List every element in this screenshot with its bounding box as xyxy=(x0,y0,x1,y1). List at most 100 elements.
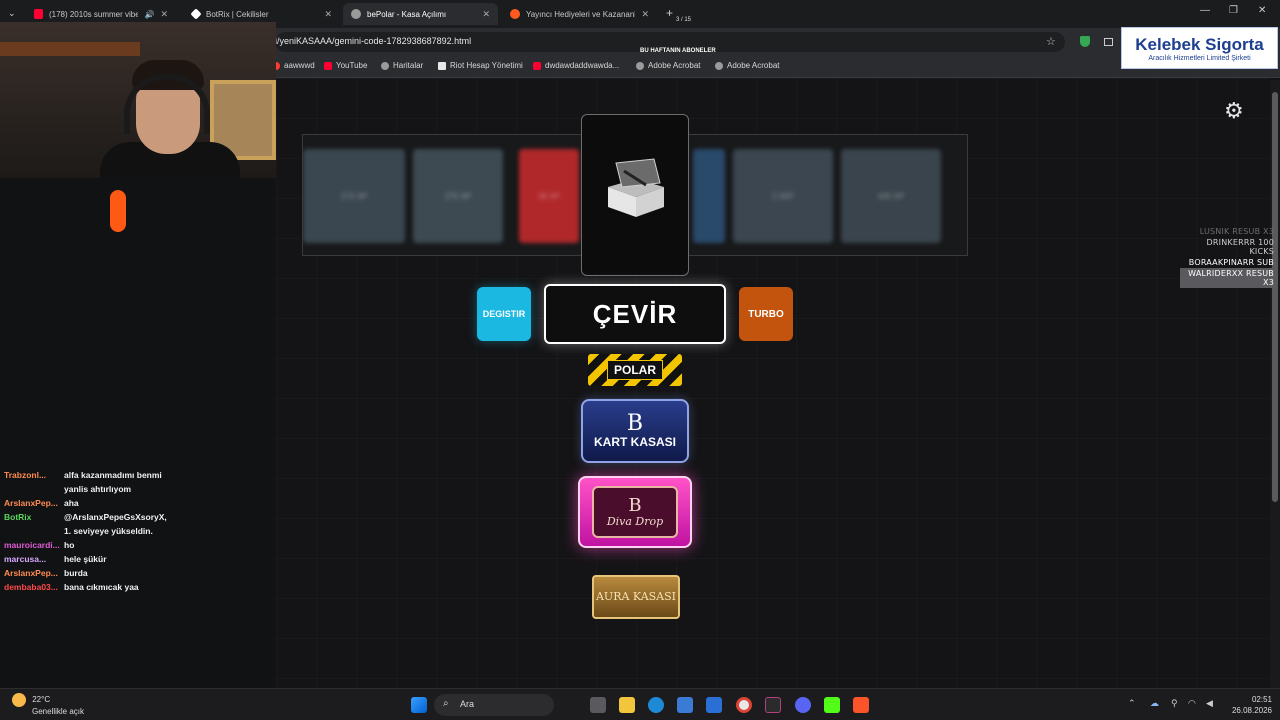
tab-yayinci[interactable]: Yayıncı Hediyeleri ve Kazananla ✕ xyxy=(502,3,657,25)
restore-button[interactable]: ❐ xyxy=(1229,5,1238,16)
spinner-card xyxy=(693,149,725,243)
app-icon[interactable] xyxy=(765,697,781,713)
turbo-button[interactable]: TURBO xyxy=(739,287,793,341)
chat-text: ho xyxy=(64,540,75,550)
star-icon[interactable]: ☆ xyxy=(1046,35,1056,48)
weather-widget[interactable]: 22°C Genellikle açık xyxy=(12,693,84,717)
speaker-icon[interactable]: ◀ xyxy=(1206,698,1213,709)
bookmark-label: Adobe Acrobat xyxy=(727,61,780,70)
youtube-icon xyxy=(34,9,43,19)
bookmark-item[interactable]: Riot Hesap Yönetimi xyxy=(438,61,523,70)
aura-kasasi-button[interactable]: AURA KASASI xyxy=(592,575,680,619)
chat-user: Trabzonl... xyxy=(4,470,47,480)
diva-drop-button[interactable]: B Diva Drop xyxy=(578,476,692,548)
chat-text: alfa kazanmadımı benmi yanlis ahtırlıyom xyxy=(64,470,162,494)
bookmark-item[interactable]: Haritalar xyxy=(381,61,423,70)
chat-text: burda xyxy=(64,568,88,578)
bookmark-item[interactable]: Adobe Acrobat xyxy=(715,61,779,70)
webcam-feed xyxy=(0,22,276,178)
tab-bepolar[interactable]: bePolar - Kasa Açılımı ✕ xyxy=(343,3,498,25)
taskbar: 22°C Genellikle açık ⌕ Ara ⌃ ☁ ⚲ ◠ ◀ 02:… xyxy=(0,688,1280,720)
edge-icon[interactable] xyxy=(648,697,664,713)
resub-item: LUSNIK RESUB X3 xyxy=(1199,227,1274,236)
chat-user: marcusa... xyxy=(4,554,47,564)
brave-icon[interactable] xyxy=(853,697,869,713)
spin-button[interactable]: ÇEVİR xyxy=(544,284,726,344)
sponsor-subtitle: Aracılık Hizmetleri Limited Şirketi xyxy=(1148,54,1251,62)
chat-text: aha xyxy=(64,498,79,508)
extensions-icon[interactable] xyxy=(1104,38,1113,46)
chat-user: mauroicardi... xyxy=(4,540,60,550)
start-button[interactable] xyxy=(411,697,427,713)
polar-label: POLAR xyxy=(607,360,663,380)
wifi-icon[interactable]: ◠ xyxy=(1188,698,1196,709)
diva-drop-badge: B Diva Drop xyxy=(592,486,678,538)
card-label: 28 XP xyxy=(538,191,560,201)
bookmark-label: dwdawdaddwawda... xyxy=(545,61,620,70)
card-label: 425 XP xyxy=(877,191,905,201)
speaker-icon[interactable]: 🔊 xyxy=(144,10,154,19)
search-icon: ⌕ xyxy=(443,698,449,709)
tab-list-chevron-icon[interactable]: ⌄ xyxy=(8,8,16,19)
kick-icon[interactable] xyxy=(824,697,840,713)
tray-chevron-icon[interactable]: ⌃ xyxy=(1128,698,1136,709)
cloud-icon[interactable]: ☁ xyxy=(1150,698,1159,709)
close-tab-icon[interactable]: ✕ xyxy=(482,9,490,20)
chat-message: BotRix @ArslanxPepeGsXsoryX, 1. seviyeye … xyxy=(4,510,274,538)
spinner-card: 273 XP xyxy=(303,149,405,243)
sponsor-title: Kelebek Sigorta xyxy=(1135,34,1264,54)
resub-item: WALRIDERXX RESUB X3 xyxy=(1180,268,1276,288)
kart-kasasi-button[interactable]: B KART KASASI xyxy=(581,399,689,463)
chat-overlay: Trabzonl... alfa kazanmadımı benmi yanlis… xyxy=(4,468,274,594)
orange-object xyxy=(110,190,126,232)
p-icon xyxy=(510,9,520,19)
new-tab-icon[interactable]: + xyxy=(666,6,673,20)
chat-text: hele şükür xyxy=(64,554,107,564)
tab-label: BotRix | Cekilisler xyxy=(206,9,269,19)
scrollbar[interactable] xyxy=(1270,80,1280,688)
degistir-button[interactable]: DEGISTIR xyxy=(477,287,531,341)
weather-icon xyxy=(12,693,26,707)
polar-case-button[interactable]: POLAR xyxy=(588,354,682,386)
globe-icon xyxy=(715,61,723,70)
card-label: 2 XEF xyxy=(771,191,795,201)
chat-text: bana cıkmıcak yaa xyxy=(64,582,139,592)
clock[interactable]: 02:51 26.08.2026 xyxy=(1224,694,1272,716)
spinner-card: 275 XP xyxy=(413,149,503,243)
task-view-icon[interactable] xyxy=(590,697,606,713)
close-tab-icon[interactable]: ✕ xyxy=(324,9,332,20)
minimize-button[interactable]: — xyxy=(1200,5,1210,16)
bookmark-item[interactable]: aawwwd xyxy=(272,61,315,70)
store-icon[interactable] xyxy=(677,697,693,713)
bookmark-label: Adobe Acrobat xyxy=(648,61,701,70)
gear-icon[interactable]: ⚙ xyxy=(1224,98,1244,124)
mail-icon[interactable] xyxy=(706,697,722,713)
shield-icon[interactable] xyxy=(1080,36,1090,47)
bookmark-item[interactable]: dwdawdaddwawda... xyxy=(533,61,619,70)
chat-user: ArslanxPep... xyxy=(4,498,58,508)
chrome-icon[interactable] xyxy=(736,697,752,713)
discord-icon[interactable] xyxy=(795,697,811,713)
bookmark-label: aawwwd xyxy=(284,61,315,70)
taskbar-search[interactable]: ⌕ Ara xyxy=(434,694,554,716)
chat-message: Trabzonl... alfa kazanmadımı benmi yanlis… xyxy=(4,468,274,496)
kart-kasasi-label: KART KASASI xyxy=(593,435,676,449)
close-tab-icon[interactable]: ✕ xyxy=(641,9,649,20)
close-tab-icon[interactable]: ✕ xyxy=(160,9,168,20)
weekly-subs-title: BU HAFTANIN ABONELER xyxy=(640,48,716,54)
aura-kasasi-label: AURA KASASI xyxy=(595,590,676,603)
weather-text: Genellikle açık xyxy=(32,707,85,716)
riot-icon xyxy=(438,61,446,70)
diva-drop-label: Diva Drop xyxy=(606,514,664,528)
bookmark-item[interactable]: Adobe Acrobat xyxy=(636,61,700,70)
scrollbar-thumb[interactable] xyxy=(1272,92,1278,502)
chat-user: BotRix xyxy=(4,512,32,522)
youtube-icon xyxy=(324,61,332,70)
bookmark-item[interactable]: YouTube xyxy=(324,61,367,70)
file-explorer-icon[interactable] xyxy=(619,697,635,713)
close-window-button[interactable]: ✕ xyxy=(1258,5,1266,16)
case-box-icon xyxy=(608,158,664,217)
network-icon[interactable]: ⚲ xyxy=(1171,698,1178,709)
spinner-card: 425 XP xyxy=(841,149,941,243)
botrix-icon xyxy=(190,8,202,20)
